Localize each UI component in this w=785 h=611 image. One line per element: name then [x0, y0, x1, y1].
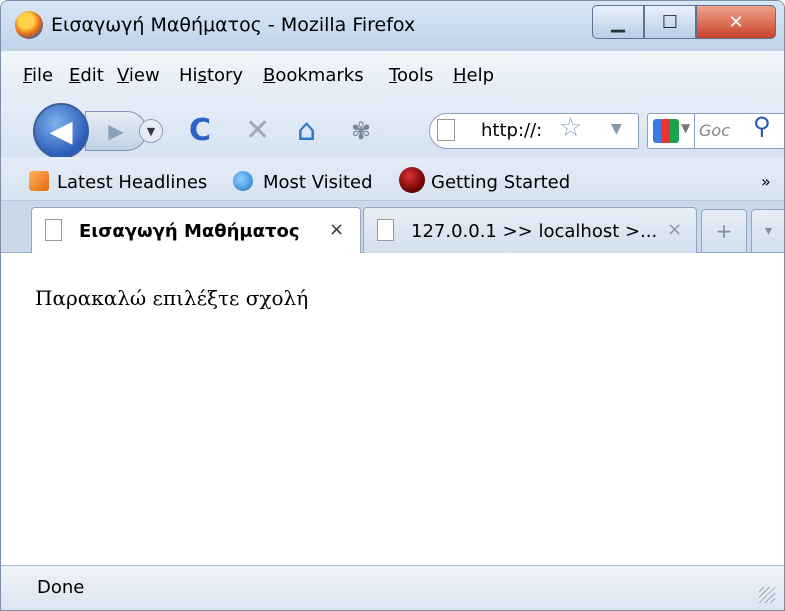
stop-icon[interactable]: ✕ [245, 113, 270, 149]
status-text: Done [37, 577, 85, 598]
menu-tools[interactable]: Tools [389, 65, 433, 86]
menu-bar: File Edit View History Bookmarks Tools H… [1, 51, 784, 95]
menu-help[interactable]: Help [453, 65, 494, 86]
menu-view[interactable]: View [117, 65, 160, 86]
url-input[interactable]: http://: [481, 120, 542, 141]
tab-close-icon[interactable]: × [667, 219, 682, 240]
page-icon [377, 219, 394, 241]
forward-arrow-icon: ▶ [108, 119, 124, 143]
chevron-down-icon: ▾ [764, 223, 773, 239]
page-identity-icon[interactable] [437, 119, 455, 141]
menu-history[interactable]: History [179, 65, 243, 86]
bookmark-latest-headlines[interactable]: Latest Headlines [57, 172, 207, 193]
bookmark-star-icon[interactable]: ☆ [559, 113, 582, 143]
minimize-button[interactable]: ▁ [592, 5, 644, 39]
bookmarks-overflow-icon[interactable]: » [761, 172, 771, 191]
plus-icon: + [715, 219, 733, 243]
forward-button[interactable]: ▶ [85, 111, 147, 151]
tab-label-active: Εισαγωγή Μαθήματος [79, 221, 300, 242]
resize-grip-icon[interactable] [759, 587, 775, 603]
window-title: Εισαγωγή Μαθήματος - Mozilla Firefox [51, 14, 416, 36]
title-bar[interactable]: Εισαγωγή Μαθήματος - Mozilla Firefox ▁ ☐… [1, 1, 784, 51]
new-tab-button[interactable]: + [701, 209, 747, 253]
maximize-button[interactable]: ☐ [644, 5, 696, 39]
rss-icon [29, 171, 49, 191]
window-controls: ▁ ☐ ✕ [592, 5, 776, 39]
menu-edit[interactable]: Edit [69, 65, 104, 86]
firefox-icon [399, 167, 425, 193]
search-engine-dropdown-icon[interactable]: ▼ [681, 121, 690, 135]
status-bar [1, 565, 784, 610]
menu-bookmarks[interactable]: Bookmarks [263, 65, 364, 86]
menu-file[interactable]: File [23, 65, 53, 86]
search-placeholder: Goc [699, 121, 730, 140]
tab-close-icon[interactable]: × [329, 219, 344, 240]
browser-window: Εισαγωγή Μαθήματος - Mozilla Firefox ▁ ☐… [0, 0, 785, 611]
page-icon [45, 219, 62, 241]
history-dropdown-button[interactable]: ▼ [139, 119, 163, 143]
chevron-down-icon: ▼ [146, 124, 156, 138]
search-icon[interactable]: ⚲ [753, 112, 771, 140]
back-arrow-icon: ◀ [49, 113, 73, 149]
close-button[interactable]: ✕ [696, 5, 776, 39]
tab-list-button[interactable]: ▾ [751, 209, 784, 253]
extension-icon[interactable]: ✾ [351, 113, 371, 149]
google-icon [653, 119, 679, 143]
bookmark-getting-started[interactable]: Getting Started [431, 172, 570, 193]
firefox-app-icon[interactable] [15, 11, 43, 39]
bookmark-most-visited[interactable]: Most Visited [263, 172, 373, 193]
ie-icon [233, 171, 253, 191]
page-message: Παρακαλώ επιλέξτε σχολή [35, 286, 309, 310]
home-icon[interactable]: ⌂ [297, 113, 316, 149]
tab-label-inactive: 127.0.0.1 >> localhost >... [411, 221, 658, 242]
reload-icon[interactable]: C [189, 113, 211, 149]
url-dropdown-icon[interactable]: ▼ [611, 121, 622, 137]
back-button[interactable]: ◀ [33, 103, 89, 159]
